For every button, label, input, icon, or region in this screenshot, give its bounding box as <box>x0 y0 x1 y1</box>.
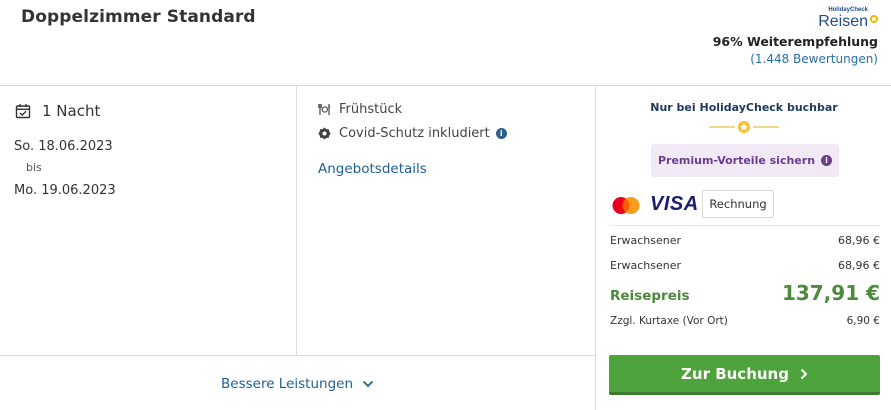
tourist-tax-row: Zzgl. Kurtaxe (Vor Ort) 6,90 € <box>610 315 880 327</box>
feature-covid: Covid-Schutz inkludiert i <box>318 126 507 141</box>
price-value: 68,96 € <box>838 259 880 272</box>
feature-breakfast: Frühstück <box>318 102 402 117</box>
tourist-tax-label: Zzgl. Kurtaxe (Vor Ort) <box>610 315 728 327</box>
book-button-label: Zur Buchung <box>681 364 789 383</box>
nights-row: 1 Nacht <box>15 102 100 120</box>
date-from: So. 18.06.2023 <box>14 139 113 154</box>
room-title: Doppelzimmer Standard <box>21 7 256 27</box>
chevron-down-icon <box>362 380 374 388</box>
better-services-label: Bessere Leistungen <box>221 376 354 392</box>
price-label: Erwachsener <box>610 234 681 247</box>
price-value: 68,96 € <box>838 234 880 247</box>
total-price-label: Reisepreis <box>610 288 690 304</box>
premium-benefits-button[interactable]: Premium-Vorteile sichern i <box>651 144 839 177</box>
logo-big-text: Reisen <box>818 13 868 30</box>
date-to: Mo. 19.06.2023 <box>14 183 116 198</box>
mastercard-icon <box>612 197 640 214</box>
info-icon[interactable]: i <box>821 155 833 166</box>
total-price-value: 137,91 € <box>781 281 880 305</box>
booking-column: Nur bei HolidayCheck buchbar Premium-Vor… <box>595 86 891 410</box>
better-services-toggle[interactable]: Bessere Leistungen <box>221 376 374 392</box>
total-price-row: Reisepreis 137,91 € <box>610 281 880 305</box>
feature-covid-label: Covid-Schutz inkludiert <box>339 126 490 141</box>
price-label: Erwachsener <box>610 259 681 272</box>
cutlery-icon <box>318 104 330 115</box>
visa-logo: VISA <box>650 193 699 215</box>
features-column: Frühstück Covid-Schutz inkludiert i Ange… <box>297 86 595 355</box>
tourist-tax-value: 6,90 € <box>846 315 880 327</box>
star-divider-icon <box>709 121 779 133</box>
invoice-payment-option[interactable]: Rechnung <box>702 190 774 218</box>
better-services-bar: Bessere Leistungen <box>0 355 595 410</box>
stay-column: 1 Nacht So. 18.06.2023 bis Mo. 19.06.202… <box>0 86 297 355</box>
info-icon[interactable]: i <box>495 128 507 139</box>
chevron-right-icon <box>800 368 808 379</box>
price-divider <box>610 225 880 226</box>
price-row: Erwachsener 68,96 € <box>610 259 880 272</box>
exclusive-note: Nur bei HolidayCheck buchbar <box>650 101 838 114</box>
nights-count: 1 Nacht <box>42 102 101 120</box>
calendar-check-icon <box>15 104 31 119</box>
offer-header: Doppelzimmer Standard HolidayCheck Reise… <box>0 0 891 86</box>
offer-details-link[interactable]: Angebotsdetails <box>318 161 427 177</box>
holidaycheck-logo: HolidayCheck Reisen <box>814 7 878 31</box>
feature-breakfast-label: Frühstück <box>339 102 403 117</box>
book-button[interactable]: Zur Buchung <box>609 355 880 395</box>
premium-label: Premium-Vorteile sichern <box>657 154 816 167</box>
reviews-link[interactable]: (1.448 Bewertungen) <box>750 52 878 66</box>
sun-icon <box>870 15 878 23</box>
price-row: Erwachsener 68,96 € <box>610 234 880 247</box>
badge-icon <box>318 127 331 140</box>
date-separator: bis <box>26 161 42 174</box>
recommendation-rate: 96% Weiterempfehlung <box>712 34 878 49</box>
